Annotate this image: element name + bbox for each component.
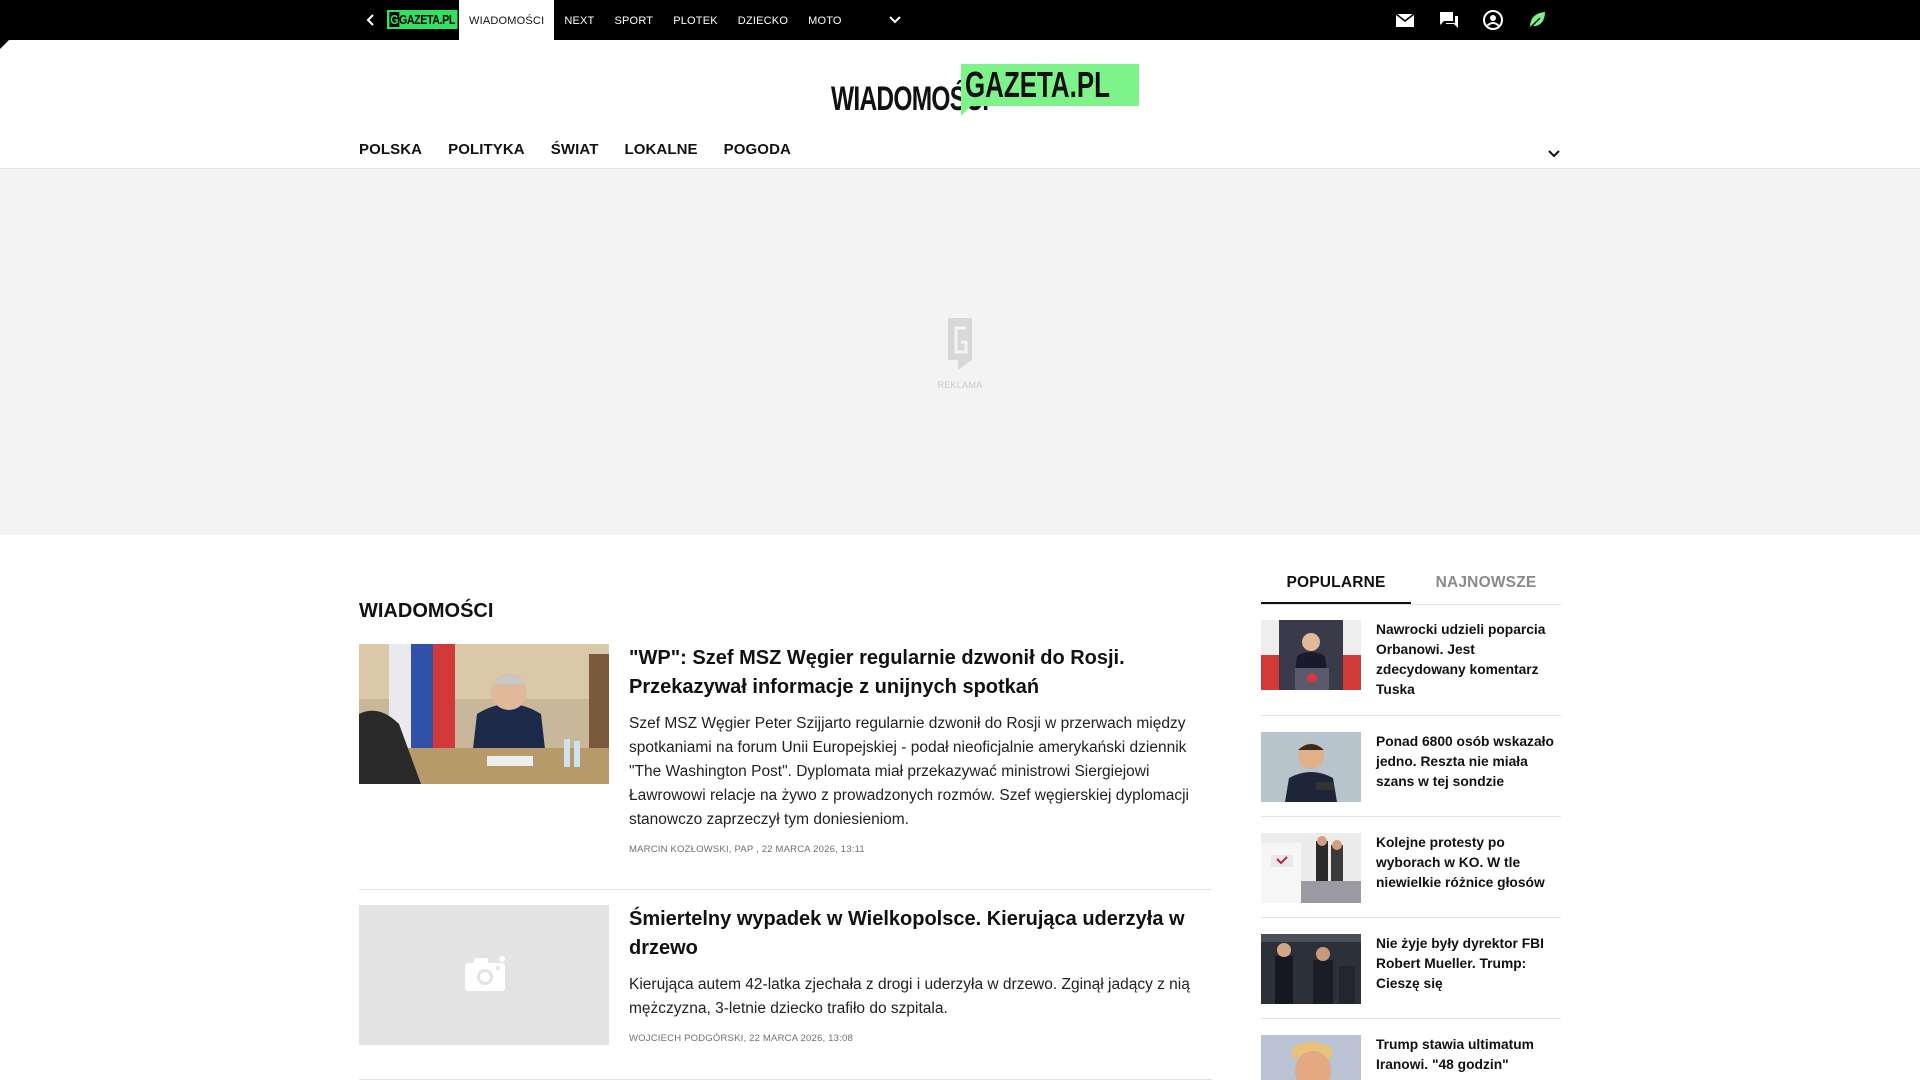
popular-item: Nie żyje były dyrektor FBI Robert Muelle… [1261, 934, 1561, 1019]
chat-icon[interactable] [1438, 9, 1460, 31]
section-link-pogoda[interactable]: POGODA [724, 141, 791, 158]
mini-logo-text: GAZETA.PL [398, 12, 455, 27]
chevron-left-icon[interactable] [363, 12, 379, 28]
account-icon[interactable] [1482, 9, 1504, 31]
section-title: WIADOMOŚCI [359, 600, 494, 622]
gazeta-g-icon [948, 318, 972, 370]
article-body: "WP": Szef MSZ Węgier regularnie dzwonił… [629, 644, 1212, 855]
section-link-swiat[interactable]: ŚWIAT [551, 141, 599, 158]
popular-title[interactable]: Ponad 6800 osób wskazało jedno. Reszta n… [1376, 732, 1561, 792]
article-lead: Szef MSZ Węgier Peter Szijjarto regularn… [629, 715, 1189, 828]
popular-thumbnail[interactable] [1261, 1035, 1361, 1080]
leaf-icon[interactable] [1526, 9, 1548, 31]
camera-icon [465, 956, 505, 991]
section-link-polityka[interactable]: POLITYKA [448, 141, 525, 158]
popular-title[interactable]: Nawrocki udzieli poparcia Orbanowi. Jest… [1376, 620, 1561, 700]
article-title[interactable]: "WP": Szef MSZ Węgier regularnie dzwonił… [629, 644, 1212, 702]
logo-gazeta-badge: GAZETA.PL [961, 64, 1139, 116]
portal-tab-sport[interactable]: SPORT [604, 0, 663, 40]
popular-title[interactable]: Trump stawia ultimatum Iranowi. "48 godz… [1376, 1035, 1561, 1075]
article-lead: Kierująca autem 42-latka zjechała z drog… [629, 976, 1190, 1017]
article-meta: WOJCIECH PODGÓRSKI, 22 MARCA 2026, 13:08 [629, 1033, 853, 1044]
tab-najnowsze[interactable]: NAJNOWSZE [1411, 568, 1561, 604]
tab-popularne[interactable]: POPULARNE [1261, 568, 1411, 604]
portal-tab-moto[interactable]: MOTO [798, 0, 852, 40]
ad-placeholder: REKLAMA [0, 169, 1920, 535]
top-bar: GGAZETA.PL WIADOMOŚCI NEXT SPORT PLOTEK … [0, 0, 1920, 40]
popular-item: Trump stawia ultimatum Iranowi. "48 godz… [1261, 1035, 1561, 1080]
logo-wiadomosci: WIADOMOŚCI [831, 80, 989, 118]
gazeta-mini-logo[interactable]: GGAZETA.PL [387, 10, 458, 29]
chevron-down-icon[interactable] [887, 12, 903, 28]
site-logo[interactable]: WIADOMOŚCI GAZETA.PL [831, 64, 1139, 118]
article-title[interactable]: Śmiertelny wypadek w Wielkopolsce. Kieru… [629, 905, 1212, 963]
mail-icon[interactable] [1394, 9, 1416, 31]
article-thumbnail[interactable] [359, 644, 609, 784]
popular-title[interactable]: Kolejne protesty po wyborach w KO. W tle… [1376, 833, 1561, 893]
portal-tab-next[interactable]: NEXT [554, 0, 604, 40]
portal-tab-plotek[interactable]: PLOTEK [663, 0, 728, 40]
article-item: Śmiertelny wypadek w Wielkopolsce. Kieru… [359, 905, 1212, 1080]
logo-gazeta-text: GAZETA.PL [965, 64, 1110, 105]
top-icons [1394, 9, 1548, 31]
article-item: "WP": Szef MSZ Węgier regularnie dzwonił… [359, 644, 1212, 890]
popular-item: Kolejne protesty po wyborach w KO. W tle… [1261, 833, 1561, 918]
popular-title[interactable]: Nie żyje były dyrektor FBI Robert Muelle… [1376, 934, 1561, 994]
article-meta: MARCIN KOZŁOWSKI, PAP , 22 MARCA 2026, 1… [629, 844, 865, 855]
sidebar-tabs: POPULARNE NAJNOWSZE [1261, 568, 1561, 605]
article-body: Śmiertelny wypadek w Wielkopolsce. Kieru… [629, 905, 1212, 1044]
popular-thumbnail[interactable] [1261, 620, 1361, 690]
ad-label: REKLAMA [937, 380, 983, 390]
portal-nav: WIADOMOŚCI NEXT SPORT PLOTEK DZIECKO MOT… [459, 0, 852, 40]
portal-tab-wiadomosci[interactable]: WIADOMOŚCI [459, 0, 555, 40]
section-link-polska[interactable]: POLSKA [359, 141, 422, 158]
popular-item: Ponad 6800 osób wskazało jedno. Reszta n… [1261, 732, 1561, 817]
section-nav-expand-icon[interactable] [1546, 146, 1562, 162]
popular-item: Nawrocki udzieli poparcia Orbanowi. Jest… [1261, 620, 1561, 716]
popular-thumbnail[interactable] [1261, 934, 1361, 1004]
section-nav: POLSKA POLITYKA ŚWIAT LOKALNE POGODA [359, 141, 791, 158]
portal-tab-dziecko[interactable]: DZIECKO [728, 0, 798, 40]
section-link-lokalne[interactable]: LOKALNE [624, 141, 697, 158]
popular-thumbnail[interactable] [1261, 732, 1361, 802]
article-thumbnail-placeholder[interactable] [359, 905, 609, 1045]
popular-thumbnail[interactable] [1261, 833, 1361, 903]
corner-notch [0, 40, 9, 49]
